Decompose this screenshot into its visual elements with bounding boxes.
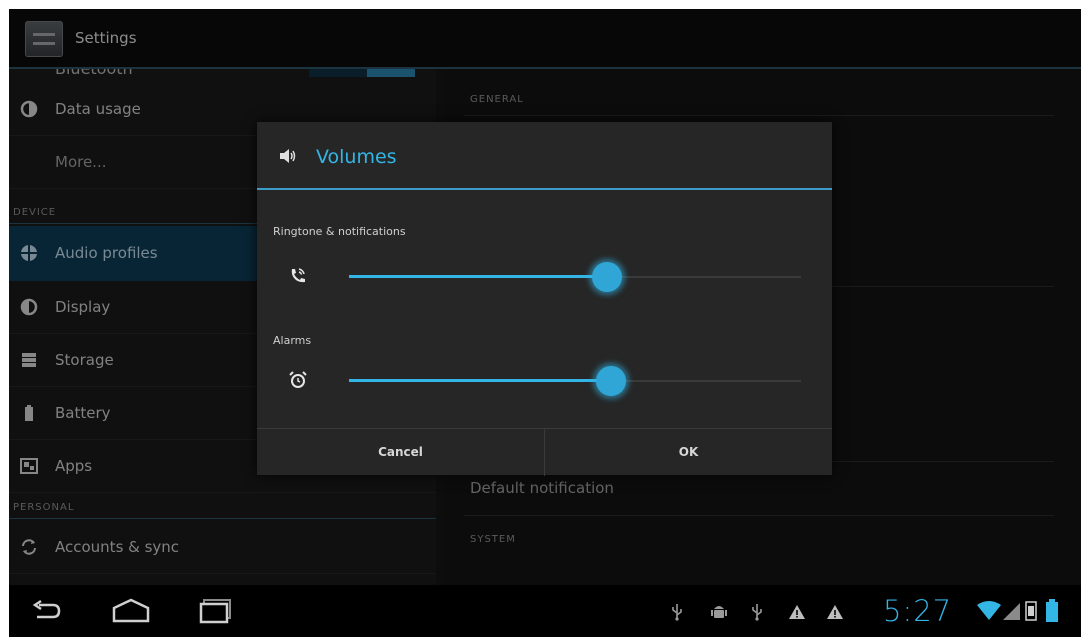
recent-apps-icon[interactable] [199,598,233,628]
dialog-title: Volumes [316,146,397,168]
screen: Settings Bluetooth Data usage More... DE… [9,9,1081,637]
cancel-button[interactable]: Cancel [257,429,545,476]
slider-fill [349,275,607,278]
usb-icon [751,603,763,625]
system-bar: 5:27 [9,585,1081,637]
wifi-icon [977,601,1001,625]
ok-button[interactable]: OK [545,429,832,476]
warning-icon [788,604,806,624]
speaker-icon [279,148,297,164]
sim-icon [1025,600,1037,626]
alarm-volume-slider[interactable] [349,366,801,396]
slider-thumb[interactable] [591,262,622,292]
warning-icon [826,604,844,624]
back-icon[interactable] [31,599,63,627]
volumes-dialog: Volumes Ringtone & notifications Alarms … [257,122,832,476]
dialog-buttons: Cancel OK [257,428,832,476]
home-icon[interactable] [111,597,151,627]
ringtone-volume-slider[interactable] [349,262,801,292]
signal-icon [1003,601,1021,625]
usb-icon [671,603,683,625]
slider-thumb[interactable] [596,366,627,396]
phone-ring-icon [288,266,308,286]
dialog-title-bar: Volumes [257,122,832,190]
slider-fill [349,379,612,382]
alarm-clock-icon [288,370,308,390]
ringtone-label: Ringtone & notifications [273,225,406,238]
android-debug-icon [711,603,727,625]
alarms-label: Alarms [273,334,312,347]
battery-status-icon [1045,599,1059,627]
status-clock: 5:27 [883,594,953,628]
